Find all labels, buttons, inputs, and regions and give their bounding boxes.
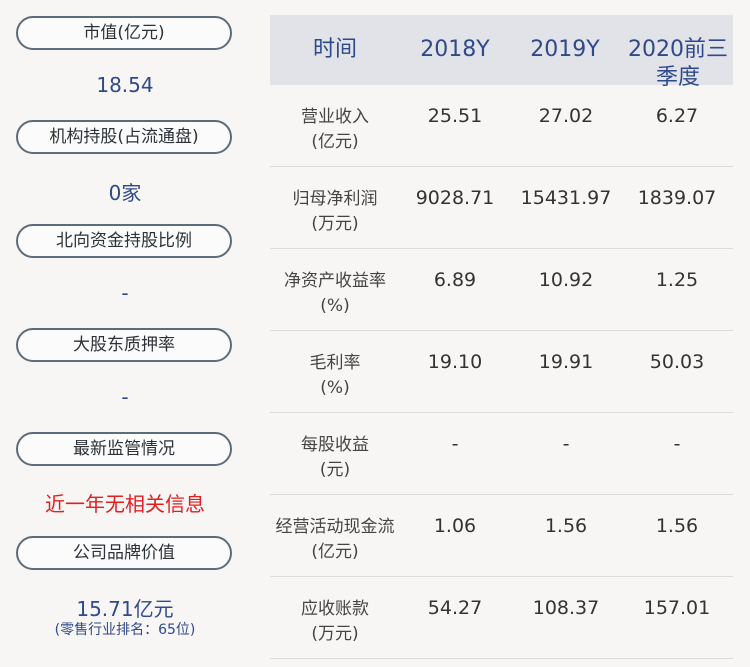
table-cell: 19.91: [538, 351, 594, 373]
institution-holding-label: 机构持股(占流通盘): [16, 120, 232, 154]
row-label: 经营活动现金流 (亿元): [270, 515, 400, 565]
brand-value: 15.71亿元: [76, 597, 174, 621]
row-label: 净资产收益率 (%): [270, 269, 400, 319]
row-label-unit: (亿元): [311, 132, 359, 152]
table-cell: 157.01: [643, 597, 711, 619]
brand-rank: (零售行业排名：65位): [54, 622, 196, 638]
table-cell: 108.37: [532, 597, 600, 619]
header-2020q3: 2020前三季度: [628, 37, 728, 90]
table-cell: 1.25: [655, 269, 699, 291]
table-cell: 1.06: [433, 515, 477, 537]
pledge-rate-label: 大股东质押率: [16, 328, 232, 362]
supervision-label: 最新监管情况: [16, 432, 232, 466]
table-cell: 27.02: [538, 105, 594, 127]
table-cell: -: [562, 433, 570, 455]
table-row: 营业收入 (亿元) 25.51 27.02 6.27: [270, 85, 733, 167]
row-label-unit: (%): [320, 296, 350, 316]
table-cell: 1.56: [544, 515, 588, 537]
table-cell: -: [673, 433, 681, 455]
row-label-unit: (亿元): [311, 542, 359, 562]
table-cell: 6.89: [433, 269, 477, 291]
northbound-value: -: [121, 281, 129, 305]
table-cell: 1.56: [655, 515, 699, 537]
table-row: 应收账款 (万元) 54.27 108.37 157.01: [270, 577, 733, 659]
northbound-label: 北向资金持股比例: [16, 224, 232, 258]
table-row: 每股收益 (元) - - -: [270, 413, 733, 495]
table-cell: 25.51: [427, 105, 483, 127]
table-cell: 54.27: [427, 597, 483, 619]
row-label-name: 每股收益: [301, 435, 369, 455]
row-label: 归母净利润 (万元): [270, 187, 400, 237]
row-label-name: 毛利率: [309, 353, 361, 373]
header-2019: 2019Y: [530, 37, 600, 62]
financial-table: 时间 2018Y 2019Y 2020前三季度 营业收入 (亿元) 25.51 2…: [270, 15, 733, 659]
row-label: 毛利率 (%): [270, 351, 400, 401]
table-cell: 1839.07: [637, 187, 717, 209]
header-2018: 2018Y: [420, 37, 490, 62]
row-label-name: 应收账款: [301, 599, 369, 619]
table-cell: 50.03: [649, 351, 705, 373]
supervision-value: 近一年无相关信息: [45, 492, 205, 516]
table-cell: -: [451, 433, 459, 455]
brand-value-label: 公司品牌价值: [16, 536, 232, 570]
row-label-name: 营业收入: [301, 107, 369, 127]
row-label-name: 经营活动现金流: [275, 517, 395, 537]
row-label-unit: (%): [320, 378, 350, 398]
table-row: 毛利率 (%) 19.10 19.91 50.03: [270, 331, 733, 413]
table-cell: 19.10: [427, 351, 483, 373]
row-label-unit: (元): [319, 460, 351, 480]
pledge-rate-value: -: [121, 385, 129, 409]
row-label-name: 归母净利润: [292, 189, 378, 209]
table-cell: 6.27: [655, 105, 699, 127]
row-label: 应收账款 (万元): [270, 597, 400, 647]
row-label: 营业收入 (亿元): [270, 105, 400, 155]
row-label-name: 净资产收益率: [284, 271, 386, 291]
table-cell: 10.92: [538, 269, 594, 291]
market-cap-label: 市值(亿元): [16, 16, 232, 50]
row-label-unit: (万元): [311, 624, 359, 644]
left-panel: 市值(亿元) 18.54 机构持股(占流通盘) 0家 北向资金持股比例 - 大股…: [0, 0, 250, 667]
table-row: 经营活动现金流 (亿元) 1.06 1.56 1.56: [270, 495, 733, 577]
row-label: 每股收益 (元): [270, 433, 400, 483]
row-label-unit: (万元): [311, 214, 359, 234]
table-cell: 15431.97: [520, 187, 612, 209]
table-cell: 9028.71: [415, 187, 495, 209]
table-header: 时间 2018Y 2019Y 2020前三季度: [270, 15, 733, 90]
institution-holding-value: 0家: [108, 181, 142, 205]
market-cap-value: 18.54: [96, 73, 154, 97]
table-row: 归母净利润 (万元) 9028.71 15431.97 1839.07: [270, 167, 733, 249]
header-time: 时间: [312, 37, 357, 62]
table-row: 净资产收益率 (%) 6.89 10.92 1.25: [270, 249, 733, 331]
